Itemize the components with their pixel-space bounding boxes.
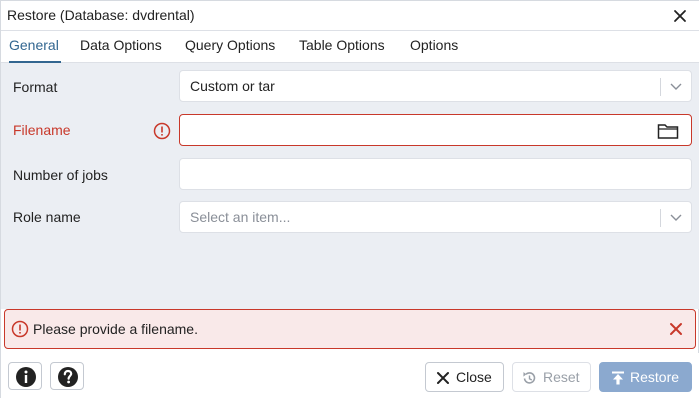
close-icon: [437, 372, 449, 384]
filename-input[interactable]: [179, 114, 692, 146]
info-button[interactable]: [8, 362, 42, 390]
tab-bar: General Data Options Query Options Table…: [1, 31, 699, 63]
format-select[interactable]: Custom or tar: [179, 70, 692, 102]
general-tab-panel: Format Custom or tar Filename Number of …: [1, 63, 699, 309]
format-label: Format: [13, 79, 58, 95]
alert-message: Please provide a filename.: [33, 321, 198, 337]
chevron-down-icon[interactable]: [669, 210, 683, 224]
info-icon: [16, 367, 36, 387]
format-value: Custom or tar: [190, 78, 275, 94]
jobs-label: Number of jobs: [13, 167, 108, 183]
role-placeholder: Select an item...: [190, 209, 291, 225]
close-button-label: Close: [456, 369, 492, 385]
tab-query-options[interactable]: Query Options: [185, 31, 275, 63]
select-divider: [660, 78, 661, 96]
dialog-title: Restore (Database: dvdrental): [7, 7, 195, 23]
dialog-footer: Close Reset Restore: [1, 353, 699, 398]
role-select[interactable]: Select an item...: [179, 201, 692, 233]
tab-general[interactable]: General: [9, 31, 61, 63]
tab-options[interactable]: Options: [410, 31, 458, 63]
filename-label: Filename: [13, 122, 71, 138]
select-divider: [660, 209, 661, 227]
help-icon: [58, 367, 78, 387]
restore-dialog: Restore (Database: dvdrental) General Da…: [0, 0, 699, 398]
role-label: Role name: [13, 209, 81, 225]
dialog-titlebar: Restore (Database: dvdrental): [1, 1, 699, 31]
close-button[interactable]: Close: [425, 362, 504, 392]
error-circle-icon: [11, 320, 29, 338]
close-icon[interactable]: [670, 6, 690, 26]
tab-table-options[interactable]: Table Options: [299, 31, 385, 63]
restore-button-label: Restore: [630, 369, 680, 385]
upload-icon: [612, 371, 624, 385]
restore-button[interactable]: Restore: [599, 362, 692, 392]
undo-icon: [523, 372, 536, 384]
error-circle-icon: [153, 122, 171, 140]
reset-button[interactable]: Reset: [512, 362, 591, 392]
jobs-input[interactable]: [179, 158, 692, 190]
tab-data-options[interactable]: Data Options: [80, 31, 162, 63]
help-button[interactable]: [50, 362, 84, 390]
error-alert: Please provide a filename.: [4, 309, 696, 349]
close-icon[interactable]: [669, 322, 683, 336]
folder-icon[interactable]: [657, 122, 679, 140]
reset-button-label: Reset: [543, 369, 580, 385]
chevron-down-icon[interactable]: [669, 79, 683, 93]
